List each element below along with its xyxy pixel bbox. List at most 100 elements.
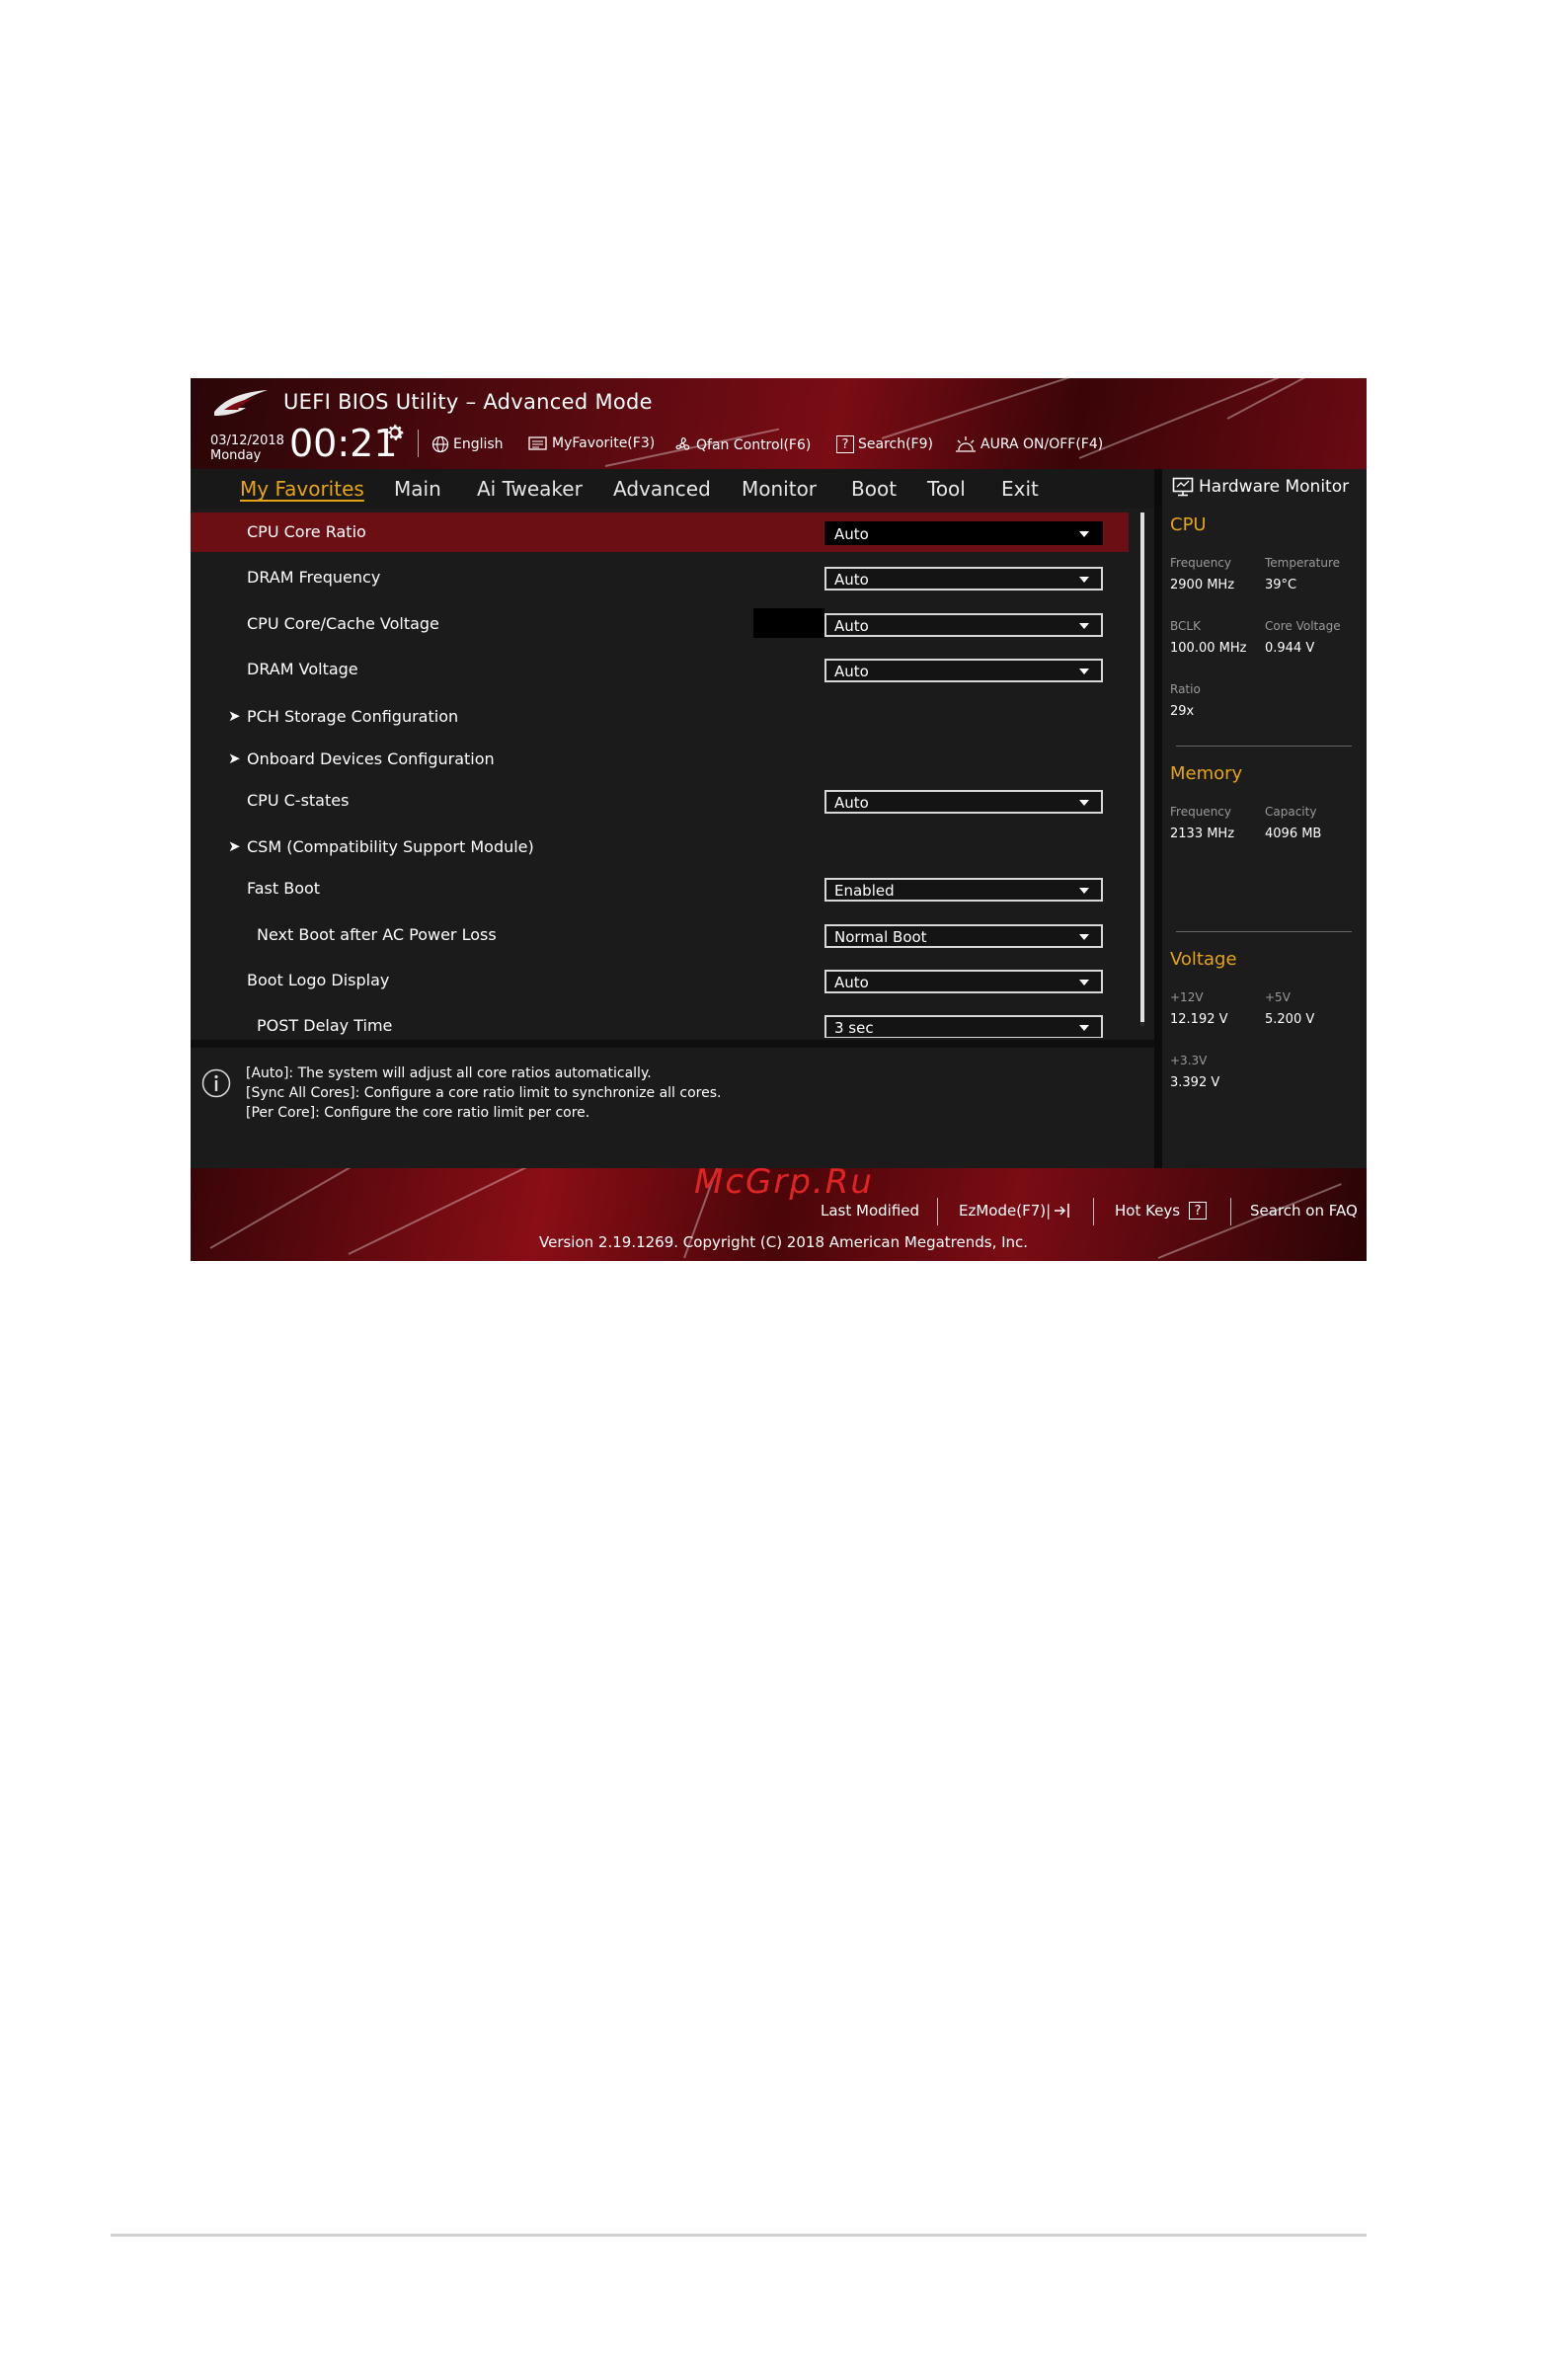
qfan-control-button[interactable]: Qfan Control(F6) xyxy=(672,435,811,455)
caret-down-icon xyxy=(1079,800,1089,806)
memory-frequency-value: 2133 MHz xyxy=(1170,827,1235,841)
memory-capacity-value: 4096 MB xyxy=(1265,827,1322,841)
header-streak xyxy=(1226,378,1367,420)
tab-ai-tweaker[interactable]: Ai Tweaker xyxy=(477,477,583,501)
setting-row-dram-voltage[interactable]: DRAM Voltage Auto xyxy=(191,650,1129,689)
dram-voltage-dropdown[interactable]: Auto xyxy=(824,659,1103,682)
dropdown-value: Auto xyxy=(834,794,869,812)
ratio-label: Ratio xyxy=(1170,682,1201,696)
setting-label: Fast Boot xyxy=(247,879,321,898)
bclk-value: 100.00 MHz xyxy=(1170,641,1247,656)
version-text: Version 2.19.1269. Copyright (C) 2018 Am… xyxy=(539,1233,1029,1251)
last-modified-label: Last Modified xyxy=(821,1202,920,1220)
memory-frequency-label: Frequency xyxy=(1170,805,1231,819)
clock-display: 00:21 xyxy=(289,422,398,465)
last-modified-button[interactable]: Last Modified xyxy=(821,1202,919,1220)
page-rule xyxy=(111,2234,1367,2237)
setting-row-cpu-core-ratio[interactable]: CPU Core Ratio Auto xyxy=(191,512,1129,552)
next-boot-dropdown[interactable]: Normal Boot xyxy=(824,924,1103,948)
cpu-core-cache-voltage-dropdown[interactable]: Auto xyxy=(824,613,1103,637)
submenu-onboard-devices-configuration[interactable]: ➤ Onboard Devices Configuration xyxy=(191,740,1129,779)
setting-label: Boot Logo Display xyxy=(247,971,390,989)
memory-capacity-label: Capacity xyxy=(1265,805,1317,819)
post-delay-time-dropdown[interactable]: 3 sec xyxy=(824,1015,1103,1038)
v5-label: +5V xyxy=(1265,990,1291,1004)
fan-icon xyxy=(675,437,690,450)
bios-window: UEFI BIOS Utility – Advanced Mode 03/12/… xyxy=(191,378,1367,1261)
voltage-readout-box xyxy=(753,608,824,638)
hot-keys-button[interactable]: Hot Keys ? xyxy=(1115,1202,1208,1220)
setting-row-post-delay-time[interactable]: POST Delay Time 3 sec xyxy=(191,1006,1129,1038)
submenu-pch-storage-configuration[interactable]: ➤ PCH Storage Configuration xyxy=(191,697,1129,737)
favorite-icon xyxy=(528,436,547,450)
boot-logo-display-dropdown[interactable]: Auto xyxy=(824,970,1103,993)
tab-boot[interactable]: Boot xyxy=(851,477,897,501)
setting-label: DRAM Voltage xyxy=(247,660,358,678)
language-label: English xyxy=(453,436,504,452)
caret-down-icon xyxy=(1079,934,1089,940)
setting-row-cpu-core-cache-voltage[interactable]: CPU Core/Cache Voltage Auto xyxy=(191,604,1129,644)
hardware-monitor-title: Hardware Monitor xyxy=(1172,477,1349,497)
tab-main[interactable]: Main xyxy=(394,477,441,501)
watermark-text: McGrp.Ru xyxy=(694,1168,874,1202)
aura-icon xyxy=(956,436,976,452)
help-text-line: [Auto]: The system will adjust all core … xyxy=(246,1065,652,1081)
core-voltage-value: 0.944 V xyxy=(1265,641,1315,656)
tab-monitor[interactable]: Monitor xyxy=(742,477,817,501)
info-icon xyxy=(201,1068,231,1098)
submenu-label: PCH Storage Configuration xyxy=(247,707,459,726)
tab-advanced[interactable]: Advanced xyxy=(613,477,711,501)
footer-separator xyxy=(1230,1198,1231,1225)
tab-tool[interactable]: Tool xyxy=(927,477,966,501)
rog-logo-icon xyxy=(214,390,268,416)
section-divider xyxy=(1176,746,1352,747)
setting-row-boot-logo-display[interactable]: Boot Logo Display Auto xyxy=(191,961,1129,1000)
tab-exit[interactable]: Exit xyxy=(1001,477,1039,501)
search-faq-button[interactable]: Search on FAQ xyxy=(1250,1202,1358,1220)
hot-keys-label: Hot Keys xyxy=(1115,1202,1181,1220)
footer-bar: McGrp.Ru Last Modified EzMode(F7)| Hot K… xyxy=(191,1168,1367,1261)
gear-icon[interactable] xyxy=(384,422,406,443)
search-button[interactable]: ? Search(F9) xyxy=(836,435,933,453)
setting-row-fast-boot[interactable]: Fast Boot Enabled xyxy=(191,869,1129,908)
setting-row-dram-frequency[interactable]: DRAM Frequency Auto xyxy=(191,558,1129,597)
fast-boot-dropdown[interactable]: Enabled xyxy=(824,878,1103,902)
help-panel: [Auto]: The system will adjust all core … xyxy=(191,1048,1154,1168)
qfan-label: Qfan Control(F6) xyxy=(696,437,812,453)
dropdown-value: Auto xyxy=(834,974,869,991)
section-divider xyxy=(1176,931,1352,932)
settings-scrollbar[interactable] xyxy=(1140,512,1144,1026)
chevron-right-icon: ➤ xyxy=(228,707,241,725)
dropdown-value: Enabled xyxy=(834,882,895,900)
monitor-icon xyxy=(1172,477,1194,497)
cpu-c-states-dropdown[interactable]: Auto xyxy=(824,790,1103,814)
cpu-core-ratio-dropdown[interactable]: Auto xyxy=(824,521,1103,545)
v33-label: +3.3V xyxy=(1170,1054,1208,1067)
date-text: 03/12/2018 xyxy=(210,433,284,448)
exit-arrow-icon xyxy=(1055,1204,1069,1218)
search-faq-label: Search on FAQ xyxy=(1250,1202,1358,1220)
tab-my-favorites[interactable]: My Favorites xyxy=(240,477,364,501)
setting-label: Next Boot after AC Power Loss xyxy=(257,925,497,944)
dram-frequency-dropdown[interactable]: Auto xyxy=(824,567,1103,591)
language-button[interactable]: English xyxy=(431,435,504,453)
header-separator xyxy=(418,430,419,457)
aura-label: AURA ON/OFF(F4) xyxy=(980,436,1104,452)
header-bar: UEFI BIOS Utility – Advanced Mode 03/12/… xyxy=(191,378,1367,469)
aura-toggle-button[interactable]: AURA ON/OFF(F4) xyxy=(955,435,1103,453)
setting-row-next-boot-after-ac-power-loss[interactable]: Next Boot after AC Power Loss Normal Boo… xyxy=(191,915,1129,955)
setting-row-cpu-c-states[interactable]: CPU C-states Auto xyxy=(191,781,1129,821)
dropdown-value: 3 sec xyxy=(834,1019,874,1037)
footer-streak xyxy=(209,1168,382,1249)
scrollbar-thumb[interactable] xyxy=(1140,512,1144,1022)
myfavorite-button[interactable]: MyFavorite(F3) xyxy=(528,435,655,451)
cpu-frequency-label: Frequency xyxy=(1170,556,1231,570)
hardware-monitor-panel: Hardware Monitor CPU Frequency Temperatu… xyxy=(1162,469,1367,1168)
globe-icon xyxy=(431,435,449,453)
header-streak xyxy=(1078,378,1355,459)
main-tabs: My Favorites Main Ai Tweaker Advanced Mo… xyxy=(191,469,1154,509)
caret-down-icon xyxy=(1079,531,1089,537)
submenu-csm[interactable]: ➤ CSM (Compatibility Support Module) xyxy=(191,827,1129,867)
page-title: UEFI BIOS Utility – Advanced Mode xyxy=(283,390,653,414)
ezmode-button[interactable]: EzMode(F7)| xyxy=(959,1202,1071,1220)
